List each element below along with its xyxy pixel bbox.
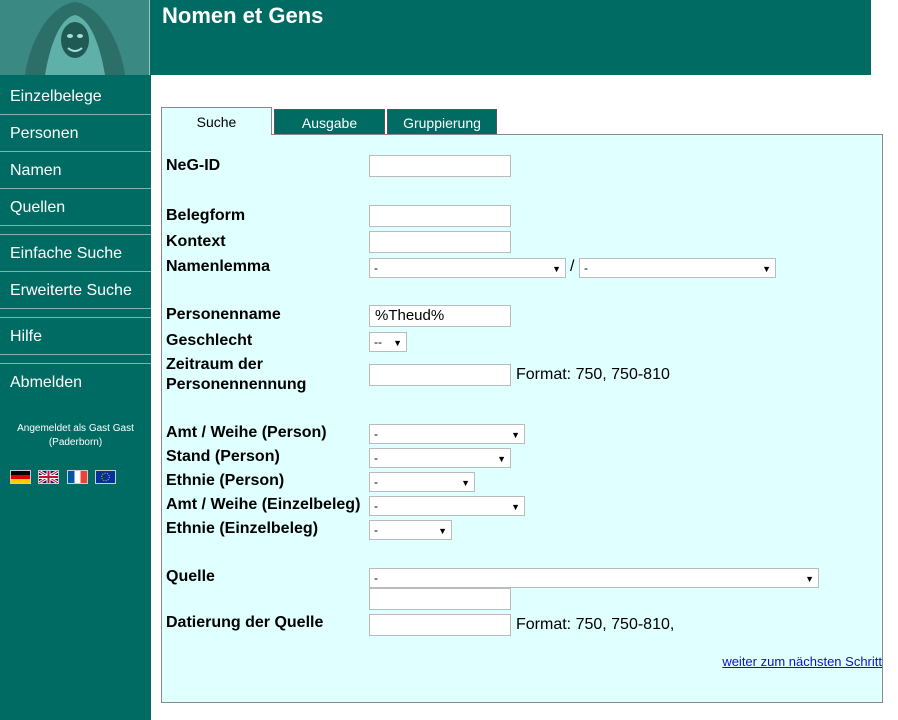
neg-id-input[interactable] (369, 155, 511, 177)
zeitraum-format-hint: Format: 750, 750-810 (516, 366, 670, 383)
label-amt-person: Amt / Weihe (Person) (166, 424, 327, 441)
flag-fr-icon[interactable] (66, 470, 88, 484)
namenlemma-select-1-value: - (374, 261, 378, 275)
nav-abmelden[interactable]: Abmelden (0, 364, 151, 401)
label-datierung: Datierung der Quelle (166, 614, 324, 631)
label-kontext: Kontext (166, 233, 226, 250)
nav-hilfe[interactable]: Hilfe (0, 318, 151, 355)
flag-eu-icon[interactable] (95, 470, 117, 484)
namenlemma-separator: / (570, 258, 575, 275)
geschlecht-select-value: -- (374, 335, 382, 349)
label-zeitraum-line2: Personennennung (166, 376, 307, 393)
chevron-down-icon: ▼ (438, 526, 447, 536)
quelle-text-input[interactable] (369, 588, 511, 610)
ethnie-person-select[interactable]: - ▼ (369, 472, 475, 492)
amt-einzelbeleg-select[interactable]: - ▼ (369, 496, 525, 516)
header: Nomen et Gens (151, 0, 871, 75)
chevron-down-icon: ▼ (511, 502, 520, 512)
personenname-input[interactable]: %Theud% (369, 305, 511, 327)
chevron-down-icon: ▼ (552, 264, 561, 274)
amt-einzelbeleg-select-value: - (374, 499, 378, 513)
datierung-input[interactable] (369, 614, 511, 636)
label-belegform: Belegform (166, 207, 246, 224)
flag-en-icon[interactable] (38, 470, 60, 484)
tab-gruppierung[interactable]: Gruppierung (387, 109, 497, 135)
chevron-down-icon: ▼ (497, 454, 506, 464)
login-info: Angemeldet als Gast Gast (Paderborn) (0, 422, 151, 450)
amt-person-select-value: - (374, 427, 378, 441)
nav-einfache-suche[interactable]: Einfache Suche (0, 235, 151, 272)
chevron-down-icon: ▼ (393, 338, 402, 348)
nav-erweiterte-suche[interactable]: Erweiterte Suche (0, 272, 151, 309)
zeitraum-input[interactable] (369, 364, 511, 386)
quelle-select-value: - (374, 571, 378, 585)
chevron-down-icon: ▼ (461, 478, 470, 488)
sidebar: Einzelbelege Personen Namen Quellen Einf… (0, 0, 151, 720)
tab-suche[interactable]: Suche (161, 107, 272, 135)
nav-namen[interactable]: Namen (0, 152, 151, 189)
geschlecht-select[interactable]: -- ▼ (369, 332, 407, 352)
app-title: Nomen et Gens (162, 3, 324, 28)
ethnie-einzelbeleg-select[interactable]: - ▼ (369, 520, 452, 540)
login-user: Angemeldet als Gast Gast (17, 423, 134, 434)
tab-ausgabe[interactable]: Ausgabe (274, 109, 385, 135)
nav-personen[interactable]: Personen (0, 115, 151, 152)
sidebar-nav: Einzelbelege Personen Namen Quellen Einf… (0, 78, 151, 401)
chevron-down-icon: ▼ (805, 574, 814, 584)
label-zeitraum-line1: Zeitraum der (166, 356, 263, 373)
flag-de-icon[interactable] (10, 470, 31, 484)
nav-einzelbelege[interactable]: Einzelbelege (0, 78, 151, 115)
belegform-input[interactable] (369, 205, 511, 227)
label-geschlecht: Geschlecht (166, 332, 253, 349)
nav-quellen[interactable]: Quellen (0, 189, 151, 226)
label-ethnie-person: Ethnie (Person) (166, 472, 285, 489)
next-step-link[interactable]: weiter zum nächsten Schritt (722, 654, 882, 669)
label-ethnie-einzelbeleg: Ethnie (Einzelbeleg) (166, 520, 319, 537)
namenlemma-select-2-value: - (584, 261, 588, 275)
label-namenlemma: Namenlemma (166, 258, 271, 275)
amt-person-select[interactable]: - ▼ (369, 424, 525, 444)
search-form: NeG-ID Belegform Kontext Namenlemma - ▼ /… (161, 134, 883, 703)
label-amt-einzelbeleg: Amt / Weihe (Einzelbeleg) (166, 496, 361, 513)
kontext-input[interactable] (369, 231, 511, 253)
chevron-down-icon: ▼ (762, 264, 771, 274)
logo-image (0, 0, 150, 75)
login-location: (Paderborn) (48, 437, 103, 448)
label-quelle: Quelle (166, 568, 215, 585)
namenlemma-select-2[interactable]: - ▼ (579, 258, 776, 278)
ethnie-einzelbeleg-select-value: - (374, 523, 378, 537)
language-flags (10, 470, 119, 488)
ethnie-person-select-value: - (374, 475, 378, 489)
label-neg-id: NeG-ID (166, 157, 221, 174)
stand-person-select[interactable]: - ▼ (369, 448, 511, 468)
label-stand-person: Stand (Person) (166, 448, 280, 465)
chevron-down-icon: ▼ (511, 430, 520, 440)
label-personenname: Personenname (166, 306, 281, 323)
quelle-select[interactable]: - ▼ (369, 568, 819, 588)
stand-person-select-value: - (374, 451, 378, 465)
namenlemma-select-1[interactable]: - ▼ (369, 258, 566, 278)
datierung-format-hint: Format: 750, 750-810, (516, 616, 675, 633)
